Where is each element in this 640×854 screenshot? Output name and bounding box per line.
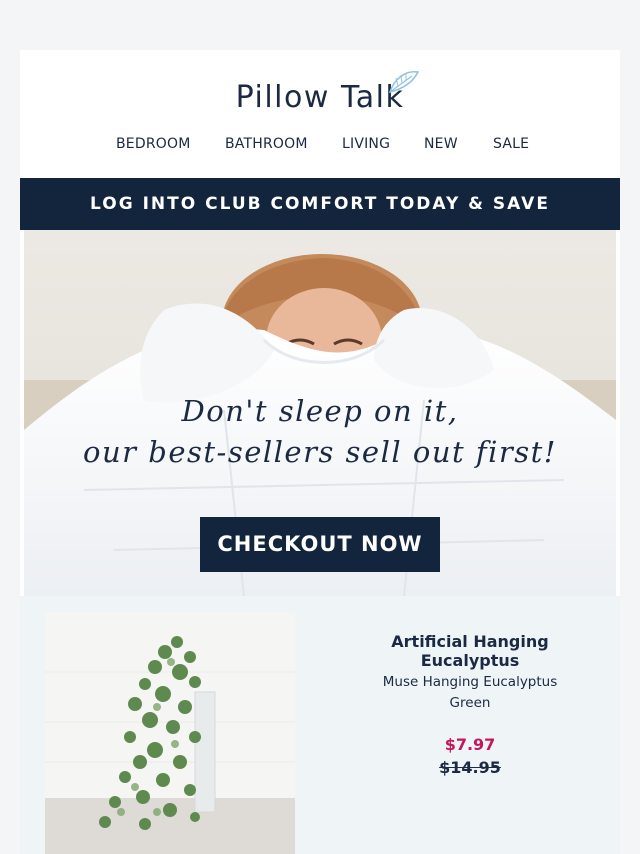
header: Pillow Talk [20,50,620,128]
main-nav: BEDROOM BATHROOM LIVING NEW SALE [20,136,620,156]
sale-price: $7.97 [444,735,496,754]
feather-icon [388,71,420,94]
nav-item-new[interactable]: NEW [424,136,458,152]
brand-logo[interactable]: Pillow Talk [20,80,620,115]
hero-headline-line-2: our best-sellers sell out first! [83,435,557,469]
product-name[interactable]: Artificial Hanging Eucalyptus [340,632,600,670]
original-price: $14.95 [439,758,501,777]
hero-headline-line-1: Don't sleep on it, [181,394,459,428]
nav-item-living[interactable]: LIVING [342,136,390,152]
product-card[interactable]: Artificial Hanging Eucalyptus Muse Hangi… [20,596,620,854]
eucalyptus-image [45,612,295,854]
club-comfort-banner[interactable]: LOG INTO CLUB COMFORT TODAY & SAVE [20,178,620,230]
product-variant: Muse Hanging Eucalyptus [382,674,558,690]
nav-item-bedroom[interactable]: BEDROOM [116,136,190,152]
hero-banner: Don't sleep on it, our best-sellers sell… [24,230,616,596]
checkout-now-button[interactable]: CHECKOUT NOW [200,517,440,572]
nav-item-bathroom[interactable]: BATHROOM [225,136,308,152]
email-body: Pillow Talk BEDROOM BATHROOM LIVING NEW … [20,50,620,854]
product-color: Green [449,695,491,711]
nav-item-sale[interactable]: SALE [493,136,529,152]
product-image[interactable] [45,612,295,854]
